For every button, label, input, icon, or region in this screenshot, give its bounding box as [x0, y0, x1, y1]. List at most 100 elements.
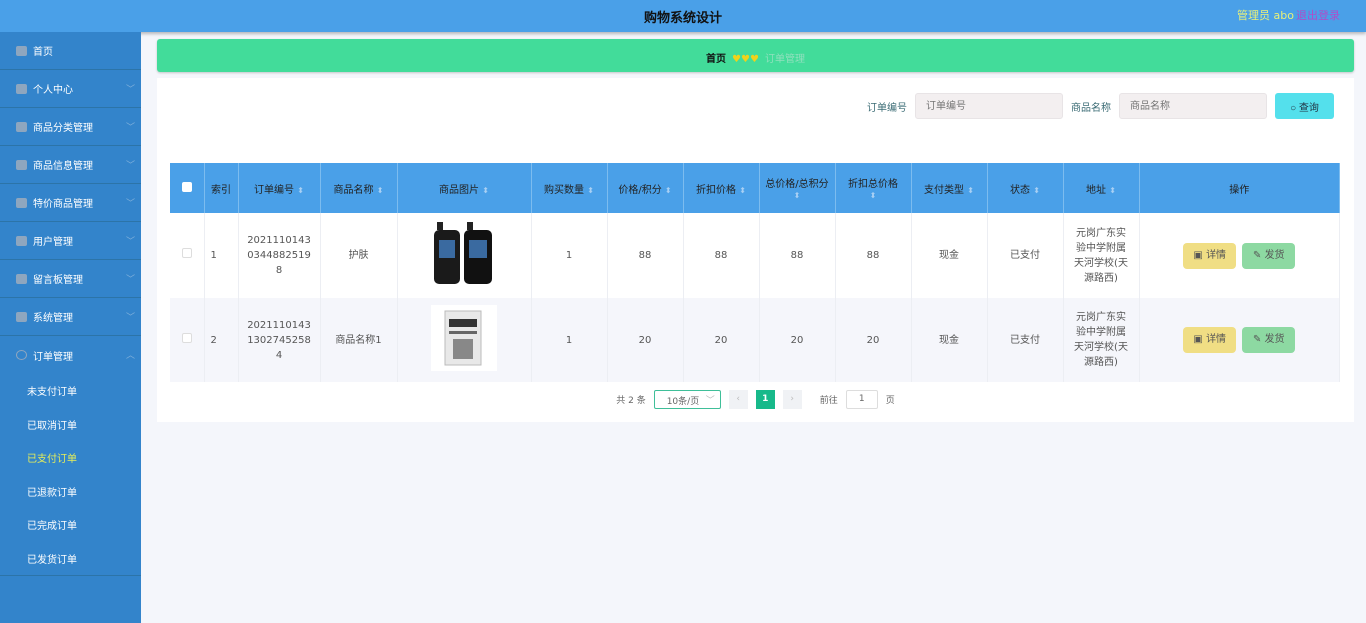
submenu-shipped[interactable]: 已发货订单 — [0, 542, 141, 576]
current-user: 管理员 abo — [1237, 9, 1294, 22]
col-status[interactable]: 状态 ⬍ — [987, 163, 1064, 213]
sidebar-item-home[interactable]: 首页 — [0, 32, 141, 70]
cell-image — [397, 213, 532, 298]
cell-address: 元岗广东实验中学附属天河学校(天源路西) — [1063, 213, 1140, 298]
home-icon — [16, 45, 27, 56]
select-all-checkbox[interactable] — [170, 163, 205, 213]
row-checkbox[interactable] — [181, 248, 192, 258]
label: 商品分类管理 — [33, 123, 93, 134]
detail-button[interactable]: ▣ 详情 — [1183, 242, 1237, 269]
prev-page-button[interactable]: ‹ — [728, 390, 748, 409]
monitor-icon — [16, 121, 27, 132]
sidebar-item-goods[interactable]: 商品信息管理 ﹀ — [0, 146, 141, 184]
goto-label: 前往 — [819, 396, 838, 406]
label: 首页 — [33, 47, 53, 58]
chevron-down-icon: ﹀ — [125, 85, 135, 95]
cell-status: 已支付 — [987, 298, 1064, 382]
sidebar-item-profile[interactable]: 个人中心 ﹀ — [0, 70, 141, 108]
product-image-skincare[interactable] — [431, 220, 497, 286]
cell-address: 元岗广东实验中学附属天河学校(天源路西) — [1063, 298, 1140, 382]
search-form: 订单编号 商品名称 ○ 查询 — [867, 93, 1334, 119]
cell-total: 20 — [759, 298, 836, 382]
row-checkbox[interactable] — [181, 332, 192, 343]
col-name[interactable]: 商品名称 ⬍ — [320, 163, 398, 213]
settings-icon — [16, 311, 27, 322]
pagination: 共 2 条 10条/页 ﹀ ‹ 1 › 前往 1 页 — [157, 390, 1354, 409]
label: 用户管理 — [33, 237, 73, 248]
breadcrumb: 首页 ♥♥♥ 订单管理 — [157, 39, 1354, 72]
cell-discount-total: 88 — [835, 213, 912, 298]
cell-total: 88 — [759, 213, 836, 298]
sidebar-item-messages[interactable]: 留言板管理 ﹀ — [0, 260, 141, 298]
submenu-refunded[interactable]: 已退款订单 — [0, 475, 141, 509]
chevron-down-icon: ﹀ — [125, 161, 135, 171]
tag-icon — [16, 197, 27, 208]
page-1-button[interactable]: 1 — [755, 390, 775, 409]
content-panel: 订单编号 商品名称 ○ 查询 索引 订单编号 ⬍ 商品名称 ⬍ 商品图片 ⬍ 购… — [157, 78, 1354, 422]
chevron-down-icon: ﹀ — [125, 199, 135, 209]
product-name-label: 商品名称 — [1071, 102, 1111, 114]
cell-actions: ▣ 详情 ✎ 发货 — [1139, 213, 1340, 298]
order-no-input[interactable] — [915, 93, 1063, 119]
chevron-down-icon: ﹀ — [705, 396, 715, 406]
search-button[interactable]: ○ 查询 — [1275, 93, 1334, 119]
label: 查询 — [1298, 102, 1319, 114]
label: 留言板管理 — [33, 275, 83, 286]
product-image-book[interactable] — [431, 304, 497, 371]
order-no-label: 订单编号 — [867, 102, 907, 114]
chevron-down-icon: ﹀ — [125, 237, 135, 247]
col-image[interactable]: 商品图片 ⬍ — [397, 163, 532, 213]
col-discount-total[interactable]: 折扣总价格 ⬍ — [835, 163, 912, 213]
breadcrumb-home[interactable]: 首页 — [706, 54, 726, 65]
ship-button[interactable]: ✎ 发货 — [1242, 327, 1296, 353]
sidebar-item-system[interactable]: 系统管理 ﹀ — [0, 298, 141, 336]
cell-price: 88 — [607, 213, 684, 298]
col-actions: 操作 — [1139, 163, 1340, 213]
logout-link[interactable]: 退出登录 — [1296, 7, 1340, 23]
submenu-cancelled[interactable]: 已取消订单 — [0, 408, 141, 442]
submenu-paid[interactable]: 已支付订单 — [0, 441, 141, 475]
col-discount[interactable]: 折扣价格 ⬍ — [683, 163, 760, 213]
label: 系统管理 — [33, 313, 73, 324]
col-pay-type[interactable]: 支付类型 ⬍ — [911, 163, 988, 213]
col-price[interactable]: 价格/积分 ⬍ — [607, 163, 684, 213]
label: 订单管理 — [33, 351, 73, 363]
cell-name: 护肤 — [320, 213, 398, 298]
label: 商品信息管理 — [33, 161, 93, 172]
chevron-up-icon: ︿ — [125, 351, 135, 361]
cell-price: 20 — [607, 298, 684, 382]
breadcrumb-current: 订单管理 — [764, 54, 805, 65]
heart-separator-icon: ♥♥♥ — [732, 54, 759, 65]
sidebar-item-category[interactable]: 商品分类管理 ﹀ — [0, 108, 141, 146]
users-icon — [16, 235, 27, 246]
next-page-button[interactable]: › — [782, 390, 802, 409]
submenu-completed[interactable]: 已完成订单 — [0, 508, 141, 542]
col-qty[interactable]: 购买数量 ⬍ — [531, 163, 608, 213]
cell-pay-type: 现金 — [911, 213, 988, 298]
product-name-input[interactable] — [1119, 93, 1267, 119]
goto-page-input[interactable]: 1 — [845, 390, 878, 409]
col-address[interactable]: 地址 ⬍ — [1063, 163, 1140, 213]
chevron-down-icon: ﹀ — [125, 275, 135, 285]
ship-button[interactable]: ✎ 发货 — [1242, 242, 1296, 269]
col-order-no[interactable]: 订单编号 ⬍ — [238, 163, 321, 213]
sidebar-item-users[interactable]: 用户管理 ﹀ — [0, 222, 141, 260]
col-index: 索引 — [204, 163, 239, 213]
cell-qty: 1 — [531, 213, 608, 298]
cell-image — [397, 298, 532, 382]
cell-name: 商品名称1 — [320, 298, 398, 382]
cell-pay-type: 现金 — [911, 298, 988, 382]
cell-status: 已支付 — [987, 213, 1064, 298]
detail-button[interactable]: ▣ 详情 — [1183, 327, 1237, 353]
message-icon — [16, 273, 27, 284]
sidebar-item-special[interactable]: 特价商品管理 ﹀ — [0, 184, 141, 222]
page-size-select[interactable]: 10条/页 ﹀ — [653, 390, 721, 409]
sidebar-item-orders[interactable]: 订单管理 ︿ — [0, 336, 141, 374]
submenu-unpaid[interactable]: 未支付订单 — [0, 374, 141, 408]
search-icon: ○ — [1290, 102, 1299, 114]
col-total[interactable]: 总价格/总积分 ⬍ — [759, 163, 836, 213]
sidebar: 首页 个人中心 ﹀ 商品分类管理 ﹀ 商品信息管理 ﹀ 特价商品管理 ﹀ 用户管理 ﹀ 留… — [0, 32, 141, 623]
page-unit-label: 页 — [885, 396, 895, 406]
list-icon — [16, 159, 27, 170]
label: 特价商品管理 — [33, 199, 93, 210]
